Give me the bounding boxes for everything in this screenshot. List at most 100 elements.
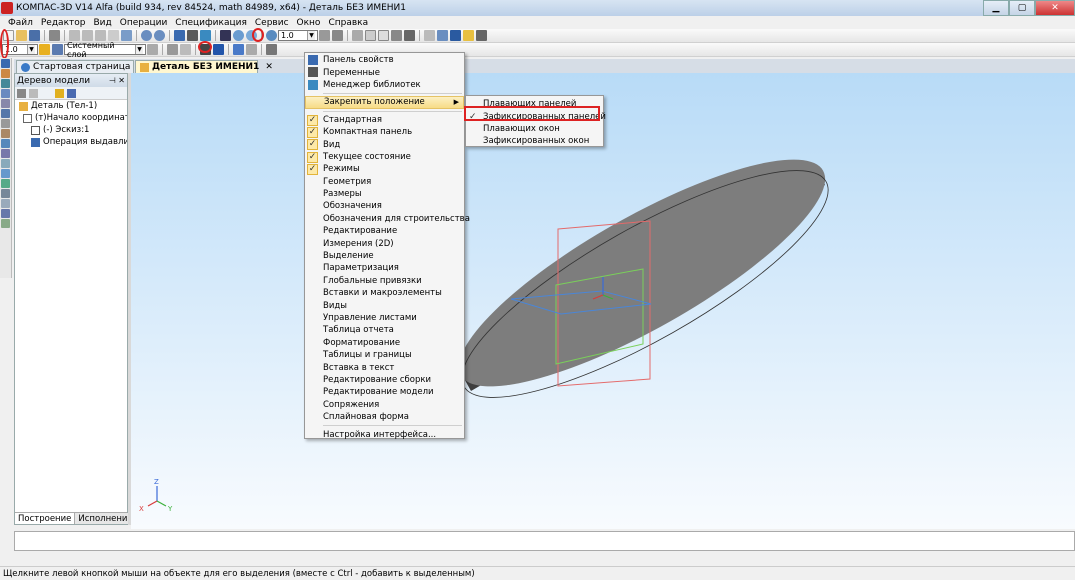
tree-show-icon[interactable] xyxy=(67,88,76,98)
submenu-item-fixed-windows[interactable]: Зафиксированных окон xyxy=(466,135,603,147)
menu-item-measurements[interactable]: Измерения (2D) xyxy=(305,237,464,249)
submenu-item-floating-windows[interactable]: Плавающих окон xyxy=(466,123,603,135)
menu-item-standard[interactable]: ✓ Стандартная xyxy=(305,114,464,126)
menu-item-compact-panel[interactable]: ✓ Компактная панель xyxy=(305,126,464,138)
tab-start-page[interactable]: Стартовая страница xyxy=(16,60,134,73)
geometry-icon[interactable] xyxy=(1,59,10,68)
tree-structure-icon[interactable] xyxy=(17,88,26,98)
perspective-icon[interactable] xyxy=(424,30,435,41)
snap-icon[interactable] xyxy=(39,44,50,55)
menu-item-modes[interactable]: ✓ Режимы xyxy=(305,163,464,176)
pin-icon[interactable]: ⊣ ✕ xyxy=(109,76,125,85)
curves-icon[interactable] xyxy=(1,169,10,178)
tree-item-sketch[interactable]: (-) Эскиз:1 xyxy=(15,124,127,136)
parametrize-icon[interactable] xyxy=(1,99,10,108)
constraints-icon[interactable] xyxy=(1,219,10,228)
annotation-icon[interactable] xyxy=(1,79,10,88)
hidden-lines-icon[interactable] xyxy=(378,30,389,41)
aux-geometry-icon[interactable] xyxy=(1,199,10,208)
menu-item-spline-form[interactable]: Сплайновая форма xyxy=(305,411,464,423)
layer-properties-icon[interactable] xyxy=(147,44,158,55)
menu-item-geometry[interactable]: Геометрия xyxy=(305,176,464,188)
menu-item-interface-settings[interactable]: Настройка интерфейса... xyxy=(305,428,464,440)
layer-icon[interactable] xyxy=(52,44,63,55)
menu-item-selection[interactable]: Выделение xyxy=(305,250,464,262)
help-pointer-icon[interactable] xyxy=(220,30,231,41)
menu-item-view[interactable]: ✓ Вид xyxy=(305,138,464,151)
menu-operations[interactable]: Операции xyxy=(116,18,172,28)
paste-icon[interactable] xyxy=(95,30,106,41)
open-folder-icon[interactable] xyxy=(16,30,27,41)
measure-icon[interactable] xyxy=(1,109,10,118)
tree-item-part[interactable]: Деталь (Тел-1) xyxy=(15,100,127,112)
menu-item-designations[interactable]: Обозначения xyxy=(305,200,464,212)
spec-icon[interactable] xyxy=(1,129,10,138)
tree-item-origin[interactable]: (т)Начало координат xyxy=(15,112,127,124)
grid-icon[interactable] xyxy=(180,44,191,55)
redo-icon[interactable] xyxy=(154,30,165,41)
menu-item-global-snaps[interactable]: Глобальные привязки xyxy=(305,275,464,287)
tree-order-icon[interactable] xyxy=(29,88,38,98)
menu-item-insert-in-text[interactable]: Вставка в текст xyxy=(305,361,464,373)
variables-icon[interactable] xyxy=(187,30,198,41)
surfaces-icon[interactable] xyxy=(1,179,10,188)
select-icon[interactable] xyxy=(1,119,10,128)
menu-item-tables-borders[interactable]: Таблицы и границы xyxy=(305,349,464,361)
text-icon[interactable] xyxy=(266,44,277,55)
model-icon[interactable] xyxy=(463,30,474,41)
wireframe-icon[interactable] xyxy=(365,30,376,41)
menu-item-assembly-editing[interactable]: Редактирование сборки xyxy=(305,374,464,386)
undo-icon[interactable] xyxy=(141,30,152,41)
menu-item-variables[interactable]: Переменные xyxy=(305,66,464,78)
edit-tools-icon[interactable] xyxy=(1,89,10,98)
menu-item-current-state[interactable]: ✓ Текущее состояние xyxy=(305,151,464,163)
maximize-button[interactable]: ▢ xyxy=(1009,0,1035,16)
menu-specification[interactable]: Спецификация xyxy=(171,18,251,28)
cut-icon[interactable] xyxy=(69,30,80,41)
property-panel-icon[interactable] xyxy=(174,30,185,41)
copy-icon[interactable] xyxy=(82,30,93,41)
menu-item-editing[interactable]: Редактирование xyxy=(305,225,464,237)
save-icon[interactable] xyxy=(29,30,40,41)
color-icon[interactable] xyxy=(213,44,224,55)
close-icon[interactable]: ✕ xyxy=(265,62,273,72)
menu-item-report-table[interactable]: Таблица отчета xyxy=(305,324,464,336)
menu-view[interactable]: Вид xyxy=(89,18,115,28)
menu-item-views[interactable]: Виды xyxy=(305,299,464,311)
pan-icon[interactable] xyxy=(319,30,330,41)
layer-combo[interactable]: Системный слой ▼ xyxy=(64,41,146,59)
menu-editor[interactable]: Редактор xyxy=(37,18,90,28)
menu-file[interactable]: Файл xyxy=(4,18,37,28)
library-manager-icon[interactable] xyxy=(200,30,211,41)
menu-item-mates[interactable]: Сопряжения xyxy=(305,399,464,411)
menu-window[interactable]: Окно xyxy=(293,18,325,28)
menu-item-parametrization[interactable]: Параметризация xyxy=(305,262,464,274)
menu-item-pin-position[interactable]: Закрепить положение ▶ xyxy=(305,96,464,109)
macro-icon[interactable] xyxy=(246,44,257,55)
print-icon[interactable] xyxy=(49,30,60,41)
menu-help[interactable]: Справка xyxy=(324,18,372,28)
report-icon[interactable] xyxy=(1,139,10,148)
zoom-icon[interactable] xyxy=(266,30,277,41)
views-icon[interactable] xyxy=(1,149,10,158)
view-orientation-icon[interactable] xyxy=(352,30,363,41)
tab-document[interactable]: Деталь БЕЗ ИМЕНИ1 ✕ xyxy=(135,60,273,73)
properties-icon[interactable] xyxy=(121,30,132,41)
sheets-icon[interactable] xyxy=(1,159,10,168)
format-painter-icon[interactable] xyxy=(108,30,119,41)
shaded-edges-icon[interactable] xyxy=(404,30,415,41)
layers-icon[interactable] xyxy=(476,30,487,41)
close-window-button[interactable]: ✕ xyxy=(1035,0,1075,16)
menu-service[interactable]: Сервис xyxy=(251,18,293,28)
filter-icon[interactable] xyxy=(437,30,448,41)
menu-item-inserts-macros[interactable]: Вставки и макроэлементы xyxy=(305,287,464,299)
dimension-icon[interactable] xyxy=(1,69,10,78)
zoom-combo[interactable]: 1.0 ▼ xyxy=(278,30,318,41)
shaded-icon[interactable] xyxy=(391,30,402,41)
menu-item-construction-designations[interactable]: Обозначения для строительства xyxy=(305,213,470,225)
menu-item-dimensions[interactable]: Размеры xyxy=(305,188,464,200)
menu-item-formatting[interactable]: Форматирование xyxy=(305,337,464,349)
tree-filter-icon[interactable] xyxy=(55,88,64,98)
arrays-icon[interactable] xyxy=(1,189,10,198)
tab-construction[interactable]: Построение xyxy=(15,513,76,524)
